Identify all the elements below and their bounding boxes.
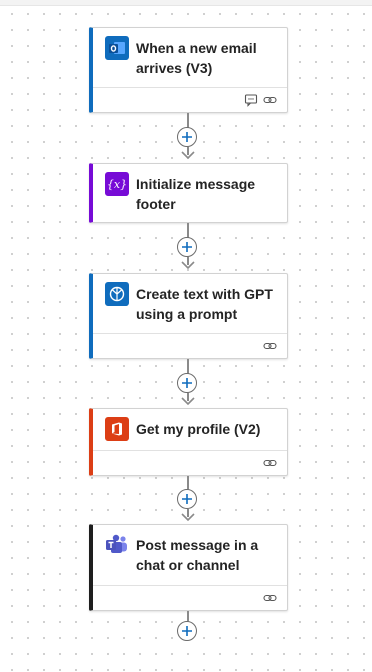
arrow-down-icon xyxy=(181,151,195,160)
arrow-down-icon xyxy=(181,513,195,522)
add-step-icon[interactable] xyxy=(177,489,197,509)
teams-icon xyxy=(105,533,129,557)
step-card-footer xyxy=(93,585,287,610)
arrow-down-icon xyxy=(181,397,195,406)
canvas-top-border xyxy=(0,0,372,6)
variable-icon: {x} xyxy=(105,172,129,196)
step-connector xyxy=(176,476,200,526)
outlook-icon xyxy=(105,36,129,60)
step-connector xyxy=(176,223,200,273)
step-title: Post message in a chat or channel xyxy=(136,537,259,573)
link-icon[interactable] xyxy=(263,93,277,107)
step-connector xyxy=(176,611,200,647)
add-step-icon[interactable] xyxy=(177,127,197,147)
step-card-footer xyxy=(93,450,287,475)
step-card-post-message-in-chat[interactable]: Post message in a chat or channel xyxy=(89,524,288,611)
step-card-when-new-email-arrives[interactable]: When a new email arrives (V3) xyxy=(89,27,288,113)
step-title: When a new email arrives (V3) xyxy=(136,40,257,76)
step-title: Create text with GPT using a prompt xyxy=(136,286,273,322)
step-card-create-text-with-gpt[interactable]: Create text with GPT using a prompt xyxy=(89,273,288,359)
step-connector xyxy=(176,113,200,163)
ai-builder-icon xyxy=(105,282,129,306)
step-card-footer xyxy=(93,333,287,358)
add-step-icon[interactable] xyxy=(177,621,197,641)
office365-icon xyxy=(105,417,129,441)
step-card-initialize-message-footer[interactable]: {x} Initialize message footer xyxy=(89,163,288,223)
link-icon[interactable] xyxy=(263,456,277,470)
add-step-icon[interactable] xyxy=(177,373,197,393)
comment-icon[interactable] xyxy=(244,93,258,107)
add-step-icon[interactable] xyxy=(177,237,197,257)
step-connector xyxy=(176,359,200,409)
link-icon[interactable] xyxy=(263,339,277,353)
step-title: Get my profile (V2) xyxy=(136,421,261,437)
link-icon[interactable] xyxy=(263,591,277,605)
step-card-get-my-profile[interactable]: Get my profile (V2) xyxy=(89,408,288,476)
step-card-footer xyxy=(93,87,287,112)
step-title: Initialize message footer xyxy=(136,176,256,212)
arrow-down-icon xyxy=(181,261,195,270)
